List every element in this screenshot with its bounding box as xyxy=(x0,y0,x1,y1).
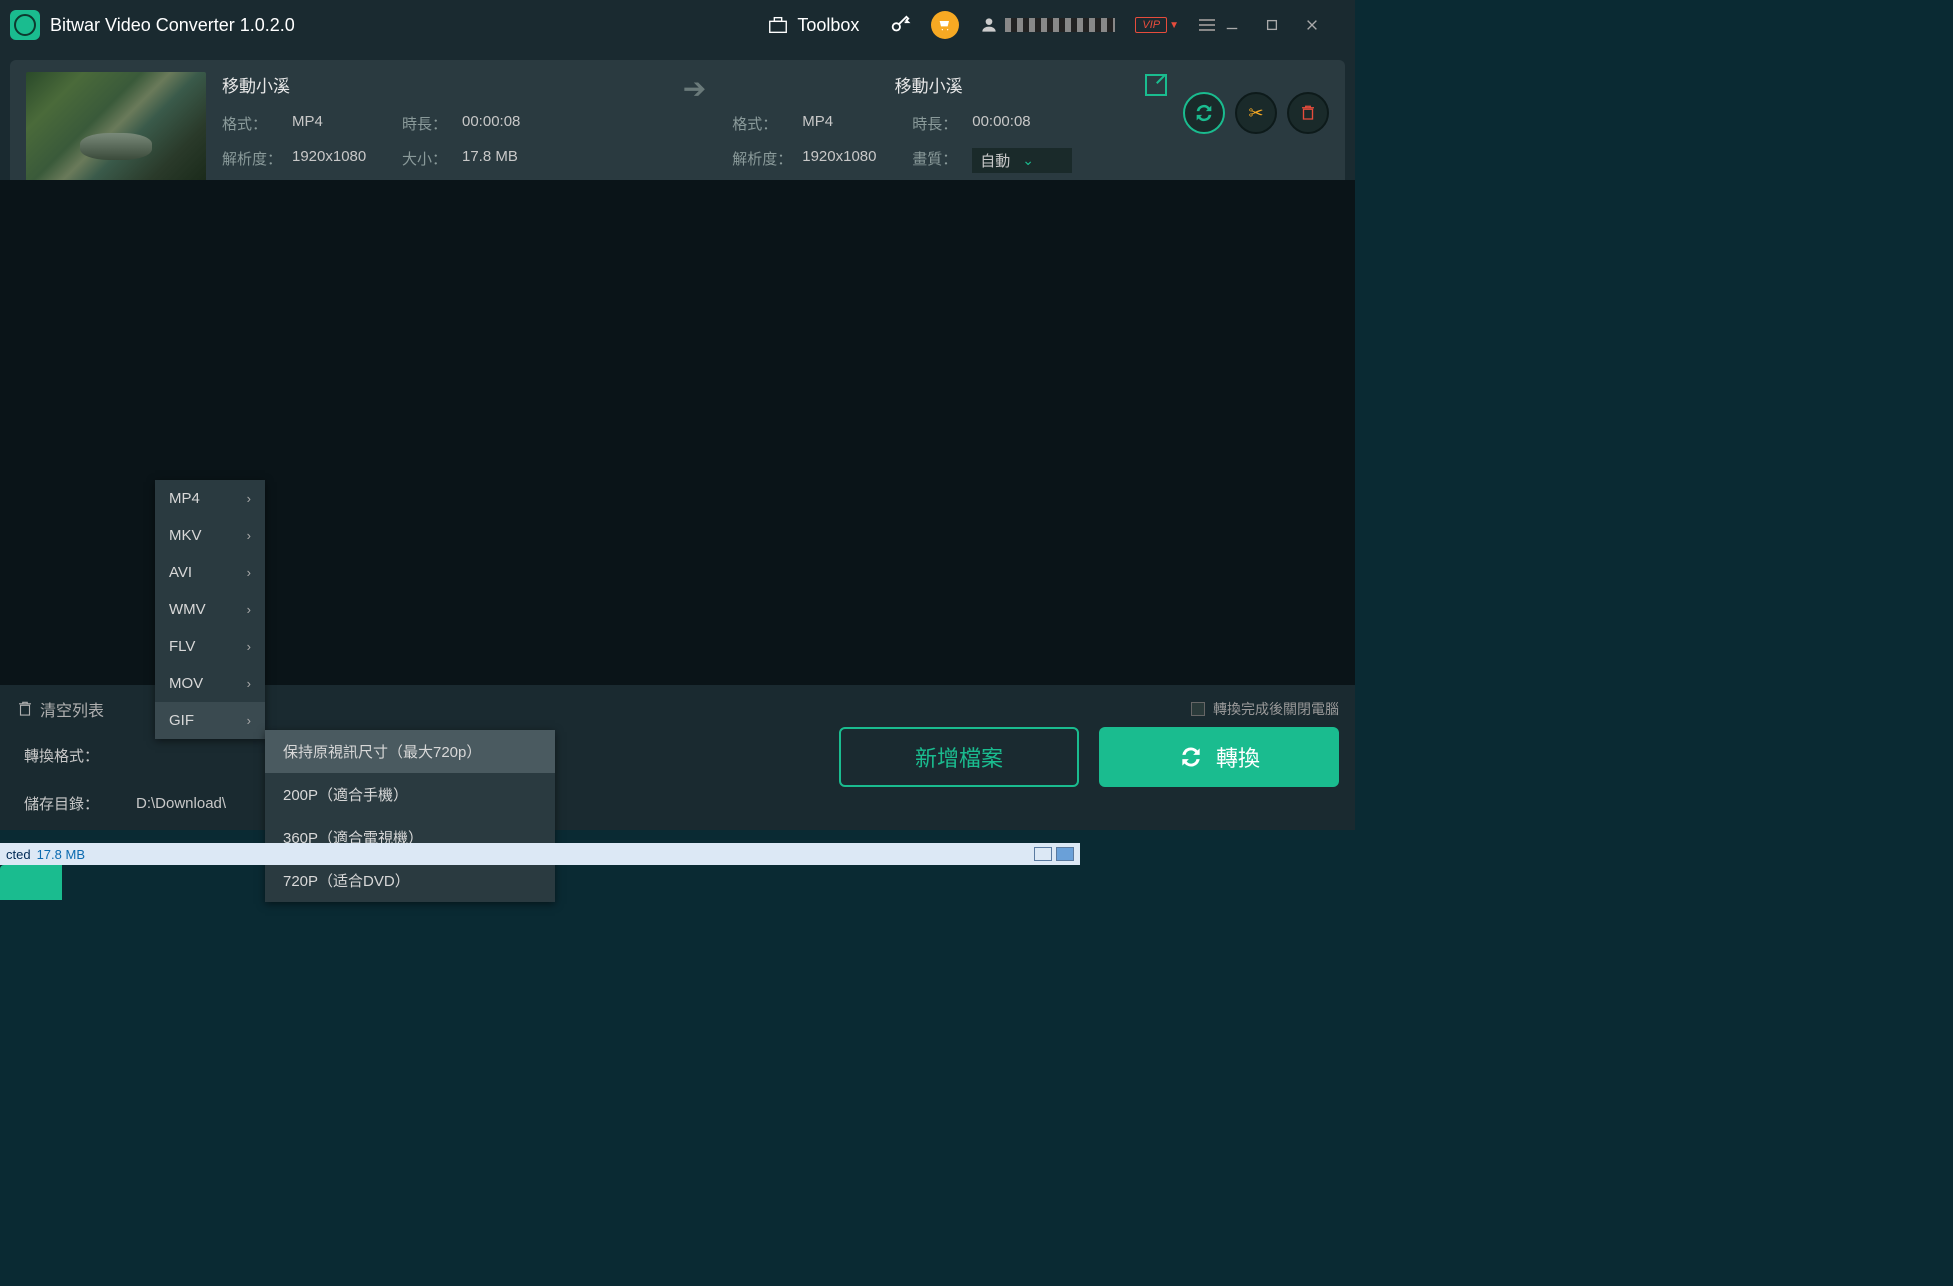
gif-size-submenu: 保持原視訊尺寸（最大720p） 200P（適合手機） 360P（適合電視機） 7… xyxy=(265,730,555,902)
maximize-icon xyxy=(1265,18,1279,32)
submenu-keep-original[interactable]: 保持原視訊尺寸（最大720p） xyxy=(265,730,555,773)
src-format-label: 格式： xyxy=(222,113,292,134)
add-file-label: 新增檔案 xyxy=(915,741,1003,773)
chevron-right-icon: › xyxy=(247,565,251,580)
source-info: 移動小溪 格式： MP4 時長： 00:00:08 解析度： 1920x1080… xyxy=(222,72,657,169)
submenu-200p[interactable]: 200P（適合手機） xyxy=(265,773,555,816)
key-button[interactable] xyxy=(889,14,911,36)
chevron-right-icon: › xyxy=(247,676,251,691)
menu-item-mp4[interactable]: MP4› xyxy=(155,480,265,517)
source-filename: 移動小溪 xyxy=(222,72,657,97)
menu-item-avi[interactable]: AVI› xyxy=(155,554,265,591)
statusbar-size: 17.8 MB xyxy=(37,847,85,862)
hamburger-icon xyxy=(1199,19,1215,31)
arrow-right-icon: ➔ xyxy=(683,72,706,105)
chevron-down-icon: ▼ xyxy=(1169,20,1179,31)
out-format-label: 格式： xyxy=(732,113,802,134)
video-item: 移動小溪 格式： MP4 時長： 00:00:08 解析度： 1920x1080… xyxy=(10,60,1345,194)
src-resolution-value: 1920x1080 xyxy=(292,148,402,169)
out-resolution-label: 解析度： xyxy=(732,148,802,173)
output-filename: 移動小溪 xyxy=(732,72,1125,97)
output-info: 移動小溪 格式： MP4 時長： 00:00:08 解析度： 1920x1080… xyxy=(732,72,1167,173)
maximize-button[interactable] xyxy=(1265,18,1305,32)
out-resolution-value: 1920x1080 xyxy=(802,148,912,173)
app-logo-icon xyxy=(10,10,40,40)
cart-button[interactable] xyxy=(931,11,959,39)
shutdown-checkbox[interactable] xyxy=(1191,702,1205,716)
out-quality-label: 畫質： xyxy=(912,148,972,173)
minimize-button[interactable] xyxy=(1225,18,1265,32)
output-dir-value: D:\Download\ xyxy=(136,795,226,812)
src-size-value: 17.8 MB xyxy=(462,148,562,169)
edit-output-button[interactable] xyxy=(1145,74,1167,96)
src-size-label: 大小： xyxy=(402,148,462,169)
statusbar-selected: cted xyxy=(0,847,37,862)
src-duration-value: 00:00:08 xyxy=(462,113,562,134)
submenu-720p[interactable]: 720P（适合DVD） xyxy=(265,859,555,902)
cart-icon xyxy=(931,11,959,39)
minimize-icon xyxy=(1225,18,1239,32)
menu-item-gif[interactable]: GIF› xyxy=(155,702,265,739)
output-format-label: 轉換格式： xyxy=(16,745,106,766)
menu-item-mkv[interactable]: MKV› xyxy=(155,517,265,554)
out-duration-value: 00:00:08 xyxy=(972,113,1072,134)
quality-select[interactable]: 自動 ⌄ xyxy=(972,148,1072,173)
user-icon xyxy=(979,15,999,35)
quality-value: 自動 xyxy=(980,150,1010,171)
view-grid-button[interactable] xyxy=(1056,847,1074,861)
refresh-icon xyxy=(1193,102,1215,124)
chevron-down-icon: ⌄ xyxy=(1022,152,1034,169)
titlebar: Bitwar Video Converter 1.0.2.0 Toolbox V… xyxy=(0,0,1355,50)
refresh-icon xyxy=(1178,744,1204,770)
src-duration-label: 時長： xyxy=(402,113,462,134)
chevron-right-icon: › xyxy=(247,602,251,617)
close-button[interactable] xyxy=(1305,18,1345,32)
chevron-right-icon: › xyxy=(247,528,251,543)
video-thumbnail[interactable] xyxy=(26,72,206,182)
toolbox-label: Toolbox xyxy=(797,15,859,36)
background-app-icon xyxy=(0,865,62,900)
menu-item-flv[interactable]: FLV› xyxy=(155,628,265,665)
chevron-right-icon: › xyxy=(247,713,251,728)
scissors-icon: ✂ xyxy=(1248,103,1263,124)
chevron-right-icon: › xyxy=(247,491,251,506)
trash-icon xyxy=(16,700,34,718)
delete-item-button[interactable] xyxy=(1287,92,1329,134)
close-icon xyxy=(1305,18,1319,32)
convert-label: 轉換 xyxy=(1216,741,1260,773)
key-icon xyxy=(889,14,911,36)
format-menu: MP4› MKV› AVI› WMV› FLV› MOV› GIF› xyxy=(155,480,265,739)
vip-badge: VIP xyxy=(1135,17,1167,33)
out-duration-label: 時長： xyxy=(912,113,972,134)
toolbox-button[interactable]: Toolbox xyxy=(767,14,859,36)
username-obscured xyxy=(1005,18,1115,32)
item-actions: ✂ xyxy=(1183,72,1329,134)
convert-all-button[interactable]: 轉換 xyxy=(1099,727,1339,787)
src-resolution-label: 解析度： xyxy=(222,148,292,169)
user-button[interactable] xyxy=(979,15,1115,35)
explorer-statusbar: cted 17.8 MB xyxy=(0,843,1080,865)
cut-item-button[interactable]: ✂ xyxy=(1235,92,1277,134)
clear-list-button[interactable]: 清空列表 xyxy=(16,697,104,721)
menu-item-wmv[interactable]: WMV› xyxy=(155,591,265,628)
menu-button[interactable] xyxy=(1199,19,1215,31)
vip-button[interactable]: VIP ▼ xyxy=(1135,17,1179,33)
toolbox-icon xyxy=(767,14,789,36)
shutdown-label: 轉換完成後關閉電腦 xyxy=(1213,699,1339,719)
app-title: Bitwar Video Converter 1.0.2.0 xyxy=(50,15,295,36)
output-dir-label: 儲存目錄： xyxy=(16,793,106,814)
convert-item-button[interactable] xyxy=(1183,92,1225,134)
chevron-right-icon: › xyxy=(247,639,251,654)
add-file-button[interactable]: 新增檔案 xyxy=(839,727,1079,787)
view-list-button[interactable] xyxy=(1034,847,1052,861)
arrow-column: ➔ xyxy=(673,72,716,105)
shutdown-option: 轉換完成後關閉電腦 xyxy=(1191,699,1339,719)
menu-item-mov[interactable]: MOV› xyxy=(155,665,265,702)
app-window: Bitwar Video Converter 1.0.2.0 Toolbox V… xyxy=(0,0,1355,830)
trash-icon xyxy=(1299,104,1317,122)
out-format-value: MP4 xyxy=(802,113,912,134)
src-format-value: MP4 xyxy=(292,113,402,134)
clear-list-label: 清空列表 xyxy=(40,697,104,721)
